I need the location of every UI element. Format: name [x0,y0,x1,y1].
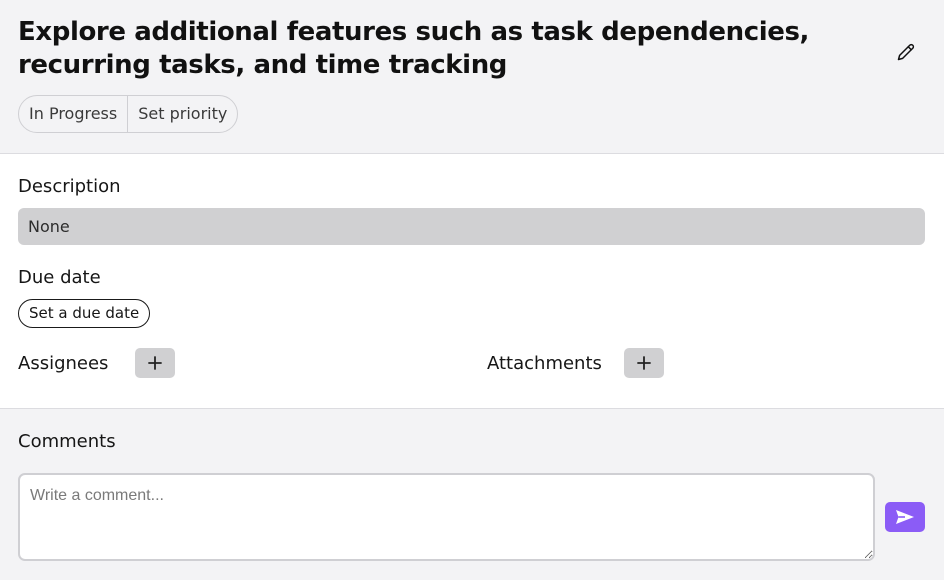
comments-label: Comments [18,431,116,452]
description-field[interactable]: None [18,208,925,245]
set-due-date-button[interactable]: Set a due date [18,299,151,328]
pencil-icon [897,43,915,61]
send-comment-button[interactable] [885,502,925,532]
plus-icon [148,356,162,370]
edit-title-button[interactable] [894,40,918,64]
plus-icon [637,356,651,370]
comment-input[interactable] [18,473,875,561]
due-date-label: Due date [18,267,101,288]
add-attachment-button[interactable] [624,348,664,378]
priority-button[interactable]: Set priority [127,96,237,132]
status-button[interactable]: In Progress [19,96,127,132]
send-icon [896,510,914,524]
assignees-label: Assignees [18,353,109,374]
add-assignee-button[interactable] [135,348,175,378]
task-title: Explore additional features such as task… [18,17,810,80]
status-priority-group: In Progress Set priority [18,95,239,133]
description-label: Description [18,176,121,197]
attachments-label: Attachments [487,353,602,374]
task-header: Explore additional features such as task… [0,0,944,154]
